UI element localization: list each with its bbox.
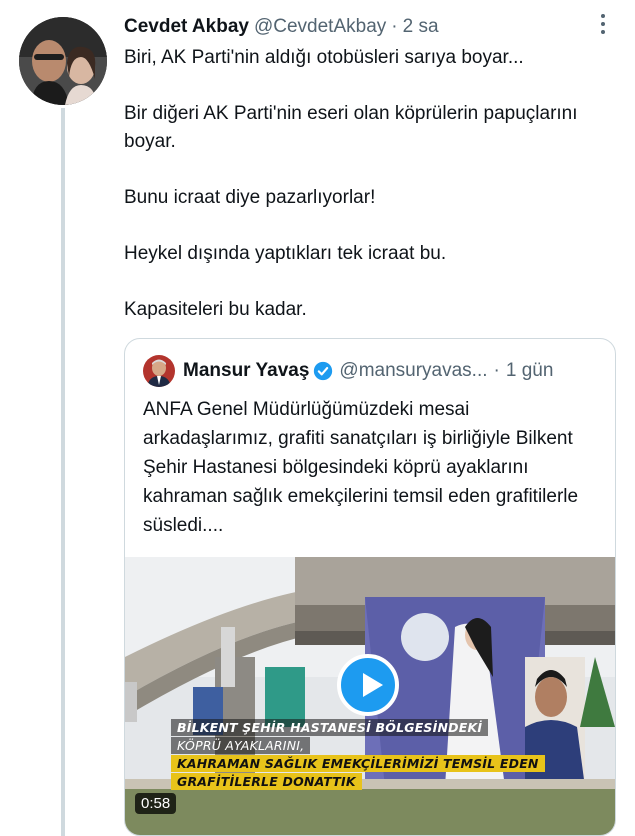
quoted-avatar [143, 355, 175, 387]
quoted-author-name[interactable]: Mansur Yavaş [183, 360, 309, 382]
quoted-tweet-card[interactable]: Mansur Yavaş @mansuryavas... · 1 gün ANF… [124, 338, 616, 836]
video-duration: 0:58 [135, 793, 177, 814]
quoted-tweet-header: Mansur Yavaş @mansuryavas... · 1 gün [143, 355, 603, 387]
thread-connector-line [61, 108, 65, 836]
author-handle[interactable]: @CevdetAkbay [254, 16, 386, 38]
video-player[interactable]: BİLKENT ŞEHİR HASTANESİ BÖLGESİNDEKİ KÖP… [125, 557, 615, 835]
video-caption-line: GRAFİTİLERLE DONATTIK [171, 773, 362, 790]
quoted-tweet-text: ANFA Genel Müdürlüğümüzdeki mesai arkada… [143, 399, 579, 536]
quoted-avatar-photo [143, 355, 175, 387]
play-icon[interactable] [337, 654, 399, 716]
separator-dot: · [493, 360, 500, 381]
separator-dot: · [391, 16, 398, 37]
video-caption-line: KAHRAMAN SAĞLIK EMEKÇİLERİMİZİ TEMSİL ED… [171, 755, 545, 772]
more-dots-icon[interactable] [593, 10, 613, 40]
tweet-paragraph: Biri, AK Parti'nin aldığı otobüsleri sar… [124, 47, 524, 68]
verified-badge-icon [314, 361, 333, 381]
avatar-photo [19, 17, 107, 105]
tweet-paragraph: Bunu icraat diye pazarlıyorlar! [124, 187, 376, 208]
tweet-paragraph: Heykel dışında yaptıkları tek icraat bu. [124, 243, 447, 264]
tweet-paragraph: Kapasiteleri bu kadar. [124, 299, 307, 320]
video-caption-line: BİLKENT ŞEHİR HASTANESİ BÖLGESİNDEKİ [171, 719, 489, 736]
avatar[interactable] [19, 17, 107, 105]
tweet-header: Cevdet Akbay @CevdetAkbay · 2 sa [124, 12, 614, 42]
quoted-timestamp[interactable]: 1 gün [506, 360, 554, 382]
tweet-paragraph: Bir diğeri AK Parti'nin eseri olan köprü… [124, 103, 578, 152]
tweet-timestamp[interactable]: 2 sa [403, 16, 439, 38]
quoted-author-handle[interactable]: @mansuryavas... [339, 360, 487, 382]
video-caption-line: KÖPRÜ AYAKLARINI, [171, 737, 311, 754]
tweet-text: Biri, AK Parti'nin aldığı otobüsleri sar… [124, 44, 604, 352]
author-name[interactable]: Cevdet Akbay [124, 16, 249, 38]
